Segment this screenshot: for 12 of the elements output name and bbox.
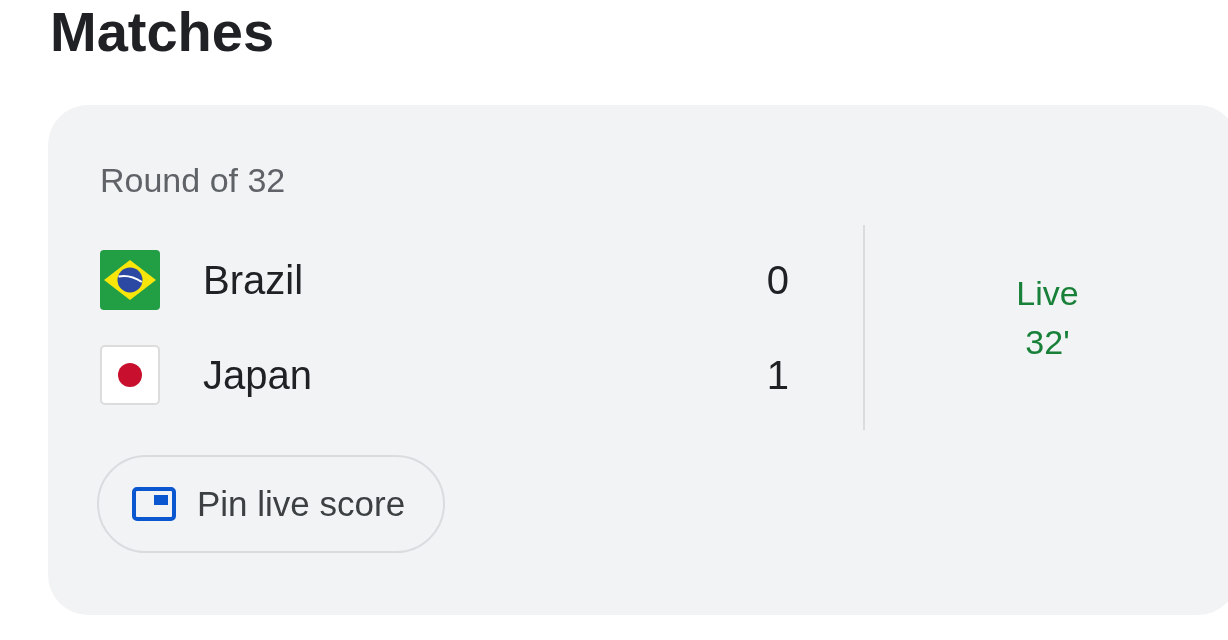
flag-icon [100,345,160,405]
picture-in-picture-icon [132,487,176,521]
match-minute-text: 32' [1025,322,1070,363]
section-title: Matches [50,0,275,64]
team-score: 1 [766,352,789,399]
live-status-text: Live [1016,273,1079,314]
team-score: 0 [766,257,789,304]
team-name: Brazil [203,257,304,304]
stage-label: Round of 32 [100,160,286,200]
pin-button[interactable]: Pin live score [97,455,446,553]
team-name: Japan [203,352,312,399]
flag-icon [100,250,160,310]
